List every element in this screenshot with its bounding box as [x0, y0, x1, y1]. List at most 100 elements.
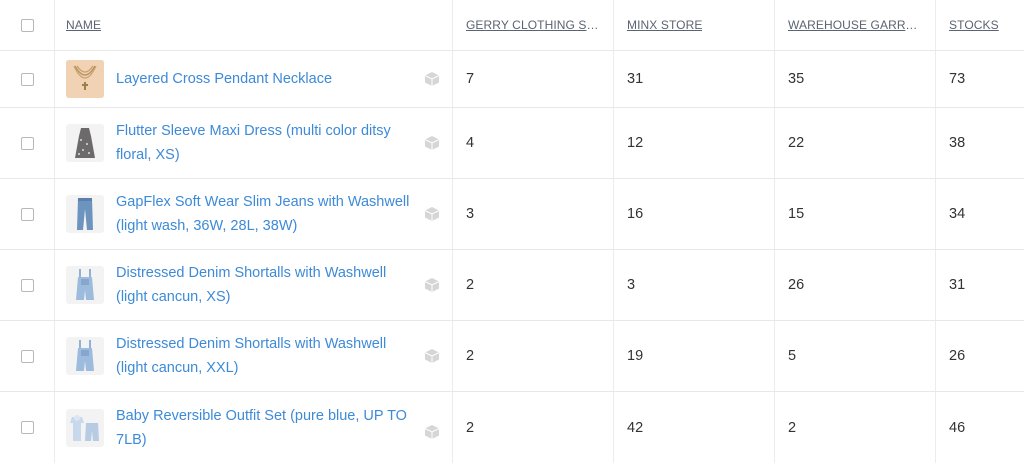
package-icon[interactable] [424, 206, 440, 222]
column-header-stocks[interactable]: STOCKS [949, 18, 999, 32]
gerry-stock-value: 2 [466, 419, 475, 436]
table-header: NAME GERRY CLOTHING ST... MINX STORE WAR… [0, 0, 1024, 51]
minx-cell: 31 [614, 51, 775, 107]
stocks-cell: 73 [936, 51, 1024, 107]
row-checkbox[interactable] [20, 72, 34, 86]
minx-stock-value: 31 [627, 71, 644, 87]
gerry-cell: 2 [453, 250, 614, 320]
row-checkbox[interactable] [20, 278, 34, 292]
gerry-stock-value: 2 [466, 348, 475, 364]
gerry-cell: 2 [453, 392, 614, 463]
minx-cell: 42 [614, 392, 775, 463]
warehouse-cell: 22 [775, 108, 936, 178]
product-name-link[interactable]: GapFlex Soft Wear Slim Jeans with Washwe… [116, 190, 416, 238]
column-header-name[interactable]: NAME [66, 18, 101, 32]
total-stock-value: 26 [949, 348, 966, 364]
total-stock-value: 34 [949, 206, 966, 222]
minx-cell: 12 [614, 108, 775, 178]
warehouse-stock-value: 26 [788, 277, 805, 293]
row-checkbox[interactable] [20, 349, 34, 363]
row-checkbox[interactable] [20, 136, 34, 150]
row-checkbox[interactable] [20, 207, 34, 221]
warehouse-stock-value: 2 [788, 419, 797, 436]
product-name-link[interactable]: Distressed Denim Shortalls with Washwell… [116, 332, 416, 380]
gerry-stock-value: 3 [466, 206, 475, 222]
gerry-cell: 7 [453, 51, 614, 107]
minx-stock-value: 42 [627, 419, 644, 436]
stocks-cell: 34 [936, 179, 1024, 249]
product-cell: GapFlex Soft Wear Slim Jeans with Washwe… [55, 179, 453, 249]
gerry-stock-value: 4 [466, 135, 475, 151]
table-row: Distressed Denim Shortalls with Washwell… [0, 250, 1024, 321]
stocks-cell: 31 [936, 250, 1024, 320]
product-name-link[interactable]: Distressed Denim Shortalls with Washwell… [116, 261, 416, 309]
warehouse-cell: 5 [775, 321, 936, 391]
product-cell: Distressed Denim Shortalls with Washwell… [55, 250, 453, 320]
column-header-minx-store[interactable]: MINX STORE [627, 18, 702, 32]
warehouse-cell: 2 [775, 392, 936, 463]
header-gerry-cell: GERRY CLOTHING ST... [453, 0, 614, 50]
gerry-cell: 3 [453, 179, 614, 249]
gerry-cell: 4 [453, 108, 614, 178]
warehouse-cell: 15 [775, 179, 936, 249]
package-icon[interactable] [424, 71, 440, 87]
product-cell: Distressed Denim Shortalls with Washwell… [55, 321, 453, 391]
product-name-link[interactable]: Flutter Sleeve Maxi Dress (multi color d… [116, 119, 416, 167]
table-row: GapFlex Soft Wear Slim Jeans with Washwe… [0, 179, 1024, 250]
total-stock-value: 46 [949, 419, 966, 436]
total-stock-value: 31 [949, 277, 966, 293]
warehouse-stock-value: 5 [788, 348, 797, 364]
gerry-stock-value: 2 [466, 277, 475, 293]
column-header-gerry-clothing[interactable]: GERRY CLOTHING ST... [466, 18, 600, 32]
stocks-cell: 46 [936, 392, 1024, 463]
minx-cell: 16 [614, 179, 775, 249]
product-name-link[interactable]: Layered Cross Pendant Necklace [116, 67, 416, 91]
warehouse-cell: 35 [775, 51, 936, 107]
total-stock-value: 38 [949, 135, 966, 151]
product-name-link[interactable]: Baby Reversible Outfit Set (pure blue, U… [116, 404, 416, 452]
table-row: Layered Cross Pendant Necklace 7 31 35 7… [0, 51, 1024, 108]
warehouse-stock-value: 35 [788, 71, 805, 87]
row-checkbox[interactable] [20, 421, 34, 434]
product-cell: Flutter Sleeve Maxi Dress (multi color d… [55, 108, 453, 178]
column-header-warehouse-garry[interactable]: WAREHOUSE GARRY ... [788, 18, 922, 32]
minx-stock-value: 16 [627, 206, 644, 222]
stocks-cell: 38 [936, 108, 1024, 178]
select-all-checkbox[interactable] [20, 18, 34, 32]
baby-outfit-thumbnail [66, 408, 104, 447]
row-checkbox-cell [0, 179, 55, 249]
inventory-table: NAME GERRY CLOTHING ST... MINX STORE WAR… [0, 0, 1024, 463]
stocks-cell: 26 [936, 321, 1024, 391]
row-checkbox-cell [0, 51, 55, 107]
warehouse-stock-value: 22 [788, 135, 805, 151]
minx-cell: 3 [614, 250, 775, 320]
minx-stock-value: 12 [627, 135, 644, 151]
header-stocks-cell: STOCKS [936, 0, 1024, 50]
shortalls-thumbnail [66, 266, 104, 304]
product-cell: Baby Reversible Outfit Set (pure blue, U… [55, 392, 453, 463]
gerry-cell: 2 [453, 321, 614, 391]
package-icon[interactable] [424, 424, 440, 440]
package-icon[interactable] [424, 277, 440, 293]
minx-stock-value: 19 [627, 348, 644, 364]
package-icon[interactable] [424, 348, 440, 364]
header-checkbox-cell [0, 0, 55, 50]
row-checkbox-cell [0, 321, 55, 391]
jeans-thumbnail [66, 195, 104, 233]
total-stock-value: 73 [949, 71, 966, 87]
table-row: Baby Reversible Outfit Set (pure blue, U… [0, 392, 1024, 463]
minx-stock-value: 3 [627, 277, 636, 293]
row-checkbox-cell [0, 392, 55, 463]
product-cell: Layered Cross Pendant Necklace [55, 51, 453, 107]
header-minx-cell: MINX STORE [614, 0, 775, 50]
table-row: Distressed Denim Shortalls with Washwell… [0, 321, 1024, 392]
minx-cell: 19 [614, 321, 775, 391]
header-warehouse-cell: WAREHOUSE GARRY ... [775, 0, 936, 50]
package-icon[interactable] [424, 135, 440, 151]
shortalls-thumbnail [66, 337, 104, 375]
row-checkbox-cell [0, 250, 55, 320]
dress-thumbnail [66, 124, 104, 162]
warehouse-cell: 26 [775, 250, 936, 320]
necklace-thumbnail [66, 60, 104, 98]
header-name-cell: NAME [55, 0, 453, 50]
